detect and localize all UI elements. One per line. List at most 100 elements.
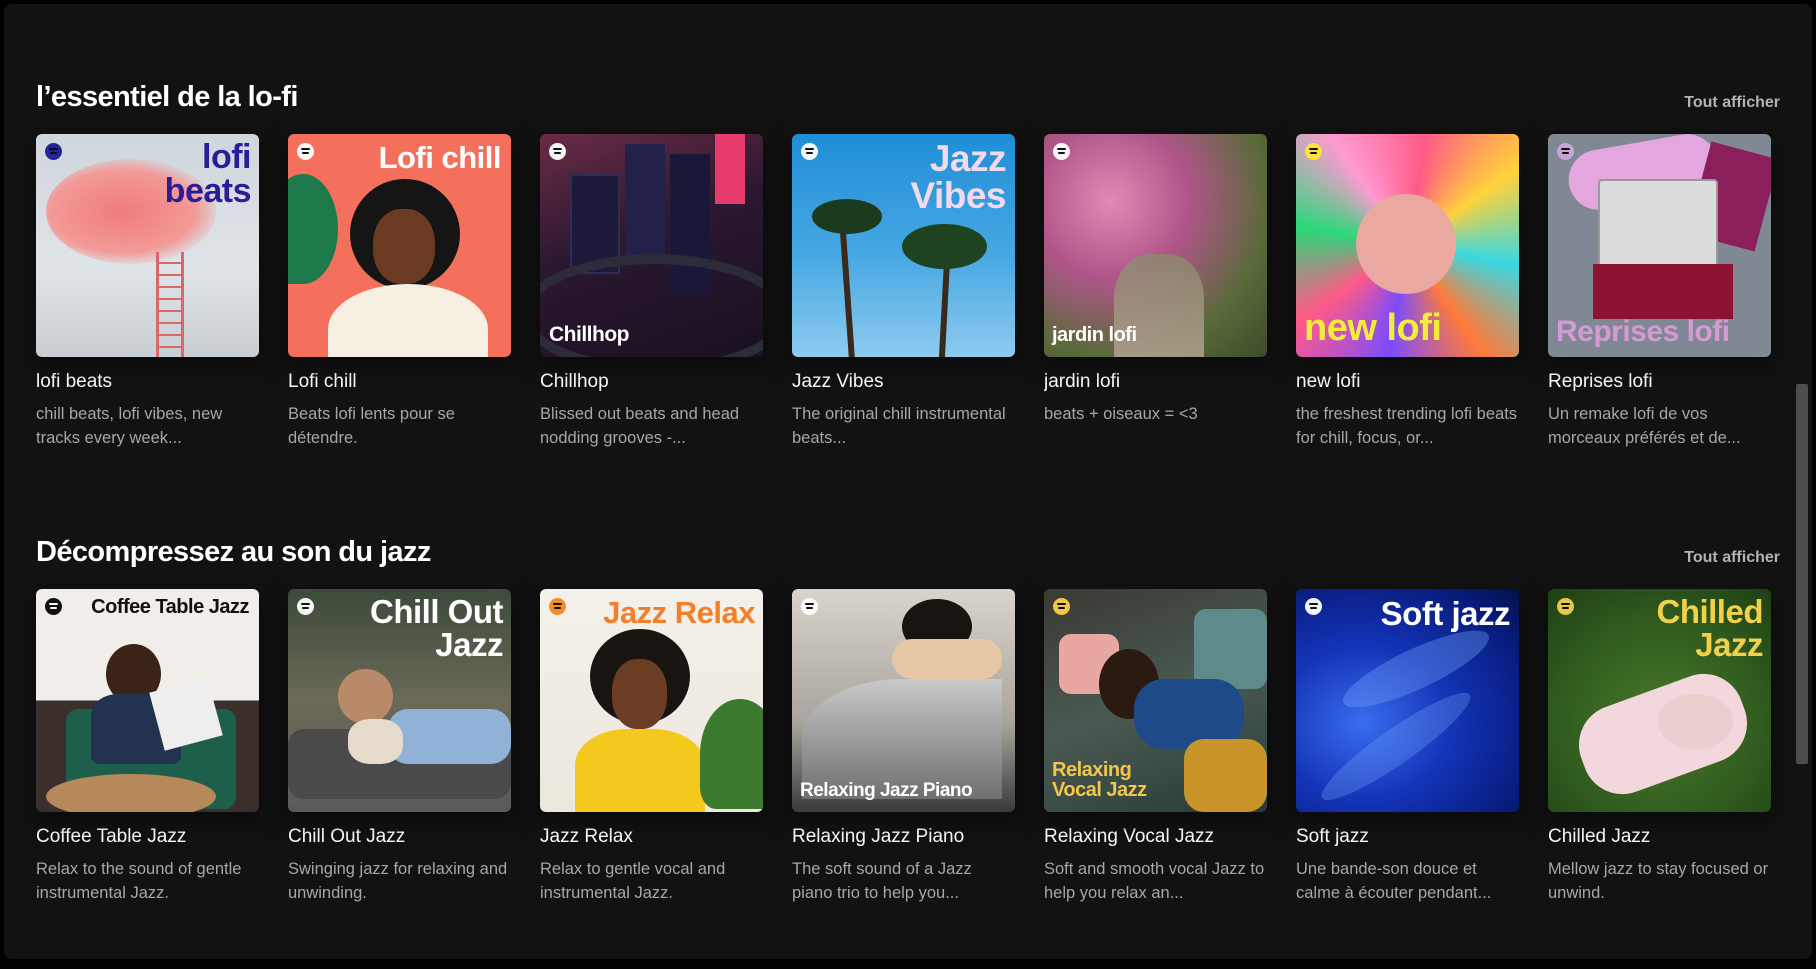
playlist-name[interactable]: Chilled Jazz [1548, 826, 1771, 848]
spotify-logo-icon [1557, 143, 1574, 160]
ladder [156, 252, 184, 357]
playlist-name[interactable]: Jazz Vibes [792, 371, 1015, 393]
man-figure [338, 669, 393, 724]
playlist-description: Blissed out beats and head nodding groov… [540, 405, 740, 447]
cover-title: Coffee Table Jazz [91, 596, 249, 618]
playlist-description: The original chill instrumental beats... [792, 405, 1006, 447]
playlist-card-jardin-lofi[interactable]: jardin lofi jardin lofi beats + oiseaux … [1044, 134, 1267, 450]
playlist-card-chillhop[interactable]: Chillhop Chillhop Blissed out beats and … [540, 134, 763, 450]
playlist-card-chill-out-jazz[interactable]: Chill Out Jazz Chill Out Jazz Swinging j… [288, 589, 511, 905]
playlist-cover[interactable]: jardin lofi [1044, 134, 1267, 357]
show-all-link[interactable]: Tout afficher [1684, 549, 1780, 567]
playlist-card-lofi-chill[interactable]: Lofi chill Lofi chill Beats lofi lents p… [288, 134, 511, 450]
neon-tower [715, 134, 745, 204]
spotify-logo-icon [801, 598, 818, 615]
playlist-cover[interactable]: Chillhop [540, 134, 763, 357]
card-row: Coffee Table Jazz Coffee Table Jazz Rela… [36, 589, 1784, 905]
shelf-lofi-essentials: l’essentiel de la lo-fi Tout afficher lo… [36, 74, 1784, 450]
playlist-card-new-lofi[interactable]: new lofi new lofi the freshest trending … [1296, 134, 1519, 450]
city-block [625, 144, 665, 264]
playlist-description: Swinging jazz for relaxing and unwinding… [288, 860, 508, 902]
cover-title: Relaxing Vocal Jazz [1052, 759, 1147, 801]
shirt-illustration [328, 284, 488, 357]
shelf-jazz-unwind: Décompressez au son du jazz Tout affiche… [36, 529, 1784, 905]
cover-title: Chillhop [549, 323, 629, 346]
playlist-cover[interactable]: Soft jazz [1296, 589, 1519, 812]
spotify-logo-icon [297, 143, 314, 160]
playlist-card-jazz-relax[interactable]: Jazz Relax Jazz Relax Relax to gentle vo… [540, 589, 763, 905]
playlist-name[interactable]: new lofi [1296, 371, 1519, 393]
center-swirl [1356, 194, 1456, 294]
spotify-logo-icon [549, 143, 566, 160]
playlist-card-relaxing-vocal-jazz[interactable]: Relaxing Vocal Jazz Relaxing Vocal Jazz … [1044, 589, 1267, 905]
playlist-name[interactable]: Chill Out Jazz [288, 826, 511, 848]
playlist-description: Une bande-son douce et calme à écouter p… [1296, 860, 1492, 902]
leaf-illustration [288, 174, 338, 284]
cover-title: Reprises lofi [1556, 315, 1730, 348]
cover-title: Chilled Jazz [1656, 593, 1763, 663]
playlist-card-coffee-table-jazz[interactable]: Coffee Table Jazz Coffee Table Jazz Rela… [36, 589, 259, 905]
playlist-card-jazz-vibes[interactable]: Jazz Vibes Jazz Vibes The original chill… [792, 134, 1015, 450]
spotify-logo-icon [1305, 598, 1322, 615]
cover-title: lofi beats [164, 138, 252, 210]
playlist-cover[interactable]: Relaxing Vocal Jazz [1044, 589, 1267, 812]
mustard-pants [1184, 739, 1267, 812]
red-paper [1593, 264, 1733, 319]
cover-title: Chill Out Jazz [370, 593, 503, 663]
spotify-logo-icon [297, 598, 314, 615]
playlist-name[interactable]: Reprises lofi [1548, 371, 1771, 393]
playlist-card-soft-jazz[interactable]: Soft jazz Soft jazz Une bande-son douce … [1296, 589, 1519, 905]
palm-leaves [902, 224, 987, 269]
dog [348, 719, 403, 764]
jeans [388, 709, 511, 764]
cover-title: Relaxing Jazz Piano [800, 780, 973, 801]
playlist-name[interactable]: Soft jazz [1296, 826, 1519, 848]
playlist-name[interactable]: Relaxing Vocal Jazz [1044, 826, 1267, 848]
pillow [1194, 609, 1267, 689]
cover-title: Jazz Vibes [910, 138, 1006, 216]
playlist-cover[interactable]: Jazz Relax [540, 589, 763, 812]
spotify-logo-icon [801, 143, 818, 160]
playlist-card-lofi-beats[interactable]: lofi beats lofi beats chill beats, lofi … [36, 134, 259, 450]
cover-title: Jazz Relax [603, 595, 755, 630]
satin-fold [1312, 680, 1480, 812]
playlist-cover[interactable]: Chilled Jazz [1548, 589, 1771, 812]
cover-title: Lofi chill [378, 140, 502, 175]
playlist-cover[interactable]: Relaxing Jazz Piano [792, 589, 1015, 812]
playlist-name[interactable]: Jazz Relax [540, 826, 763, 848]
hat [1658, 694, 1733, 749]
playlist-description: Un remake lofi de vos morceaux préférés … [1548, 405, 1741, 447]
playlist-cover[interactable]: new lofi [1296, 134, 1519, 357]
playlist-description: the freshest trending lofi beats for chi… [1296, 405, 1518, 447]
spotify-logo-icon [45, 143, 62, 160]
playlist-name[interactable]: Chillhop [540, 371, 763, 393]
playlist-card-chilled-jazz[interactable]: Chilled Jazz Chilled Jazz Mellow jazz to… [1548, 589, 1771, 905]
shelf-title[interactable]: Décompressez au son du jazz [36, 536, 431, 569]
playlist-card-reprises-lofi[interactable]: Reprises lofi Reprises lofi Un remake lo… [1548, 134, 1771, 450]
playlist-cover[interactable]: lofi beats [36, 134, 259, 357]
playlist-cover[interactable]: Reprises lofi [1548, 134, 1771, 357]
satin-fold [1335, 617, 1497, 721]
playlist-description: Mellow jazz to stay focused or unwind. [1548, 860, 1769, 902]
playlist-name[interactable]: Coffee Table Jazz [36, 826, 259, 848]
cover-title: Soft jazz [1380, 595, 1511, 632]
playlist-name[interactable]: Lofi chill [288, 371, 511, 393]
spotify-logo-icon [1053, 598, 1070, 615]
playlist-name[interactable]: lofi beats [36, 371, 259, 393]
playlist-cover[interactable]: Jazz Vibes [792, 134, 1015, 357]
playlist-card-relaxing-jazz-piano[interactable]: Relaxing Jazz Piano Relaxing Jazz Piano … [792, 589, 1015, 905]
main-scrollbar[interactable] [1796, 384, 1808, 764]
playlist-name[interactable]: Relaxing Jazz Piano [792, 826, 1015, 848]
show-all-link[interactable]: Tout afficher [1684, 94, 1780, 112]
cover-title: jardin lofi [1052, 324, 1137, 346]
playlist-cover[interactable]: Lofi chill [288, 134, 511, 357]
playlist-cover[interactable]: Chill Out Jazz [288, 589, 511, 812]
shelf-title[interactable]: l’essentiel de la lo-fi [36, 81, 298, 114]
yellow-shirt [575, 729, 705, 812]
playlist-cover[interactable]: Coffee Table Jazz [36, 589, 259, 812]
plant [700, 699, 763, 809]
playlist-name[interactable]: jardin lofi [1044, 371, 1267, 393]
spotify-logo-icon [549, 598, 566, 615]
spotify-logo-icon [45, 598, 62, 615]
playlist-description: The soft sound of a Jazz piano trio to h… [792, 860, 972, 902]
